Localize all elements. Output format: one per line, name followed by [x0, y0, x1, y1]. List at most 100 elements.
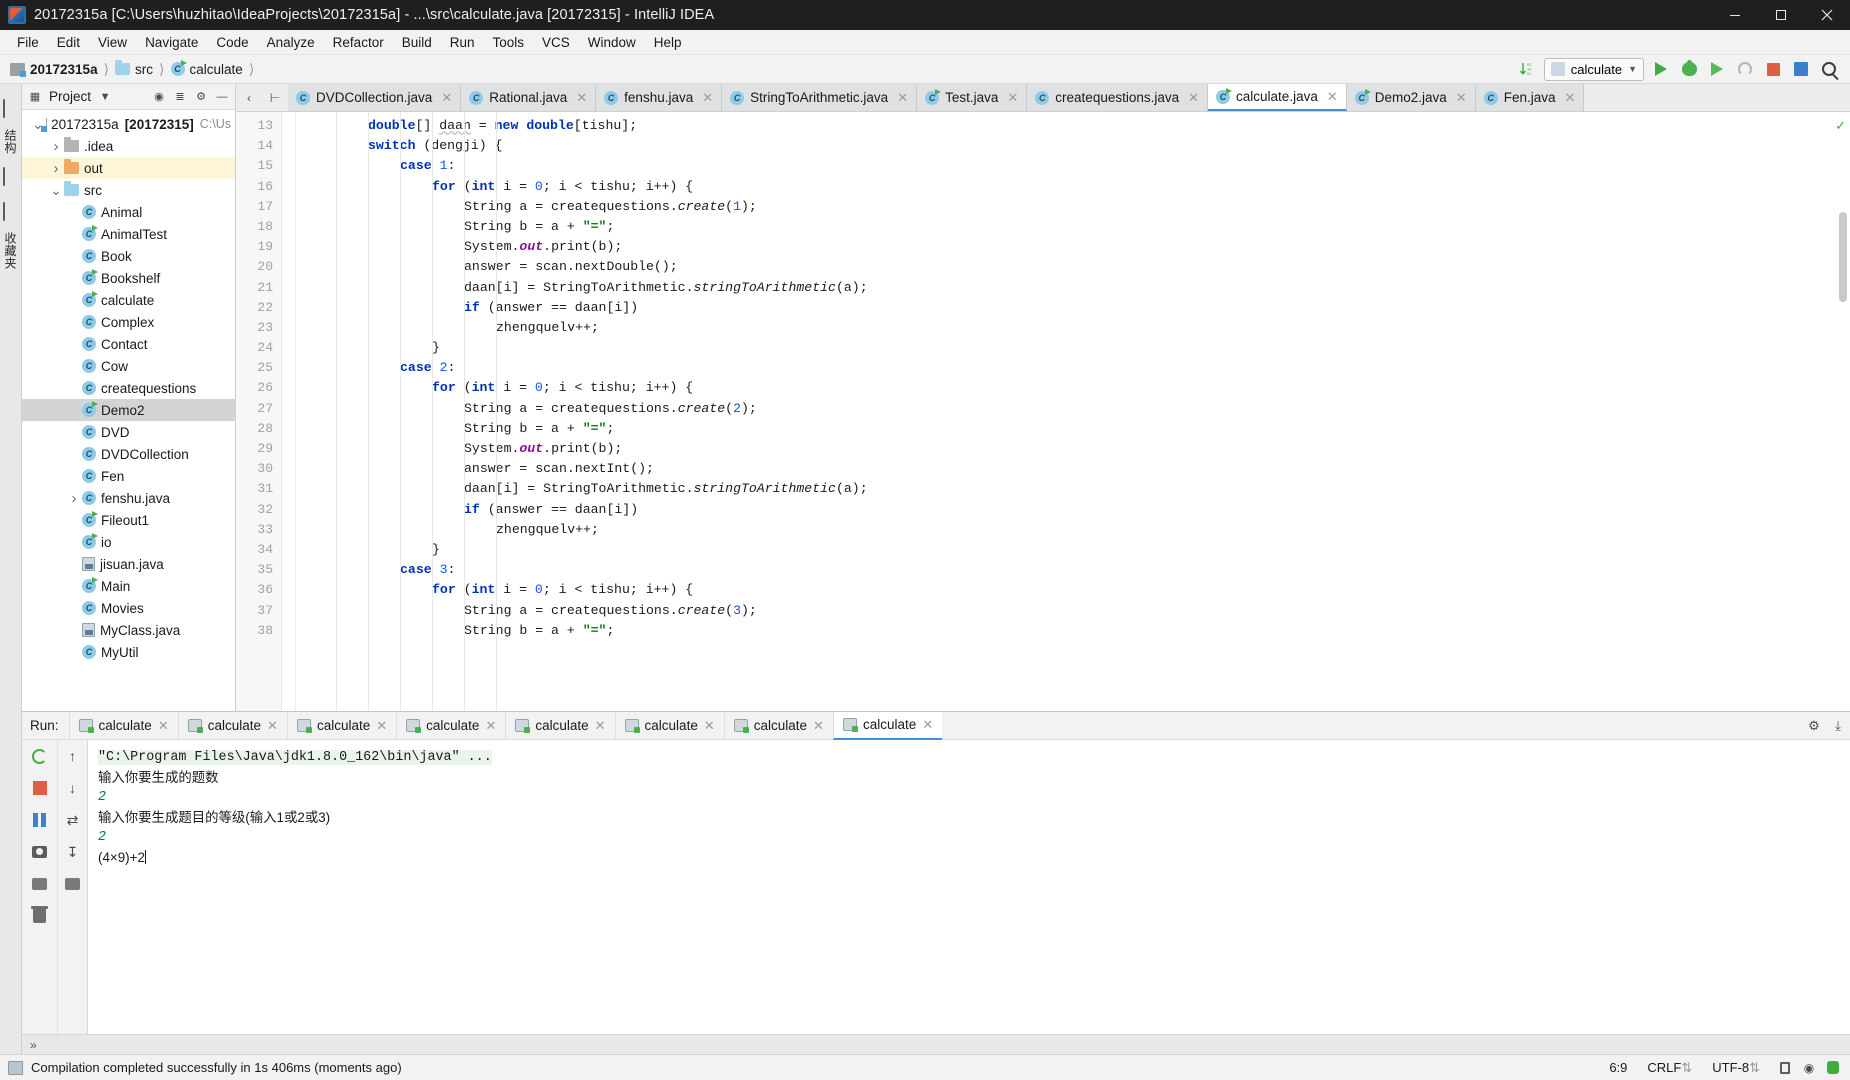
tree-node-createquestions[interactable]: Ccreatequestions — [22, 377, 235, 399]
line-number[interactable]: 32 — [236, 500, 281, 520]
code-line[interactable]: for (int i = 0; i < tishu; i++) { — [296, 580, 1828, 600]
event-log-icon[interactable] — [8, 1060, 23, 1075]
line-number[interactable]: 29 — [236, 439, 281, 459]
code-line[interactable]: String a = createquestions.create(1); — [296, 197, 1828, 217]
search-everywhere-icon[interactable] — [1818, 58, 1840, 80]
code-line[interactable]: System.out.print(b); — [296, 237, 1828, 257]
project-tool-icon[interactable] — [3, 99, 18, 118]
breadcrumb-calculate[interactable]: calculate — [190, 62, 243, 77]
line-number[interactable]: 25 — [236, 358, 281, 378]
chevron-right-icon[interactable]: › — [48, 138, 64, 155]
code-folding-column[interactable] — [282, 112, 296, 711]
scroll-up-icon[interactable]: ↑ — [63, 746, 83, 766]
line-number[interactable]: 23 — [236, 318, 281, 338]
code-line[interactable]: daan[i] = StringToArithmetic.stringToAri… — [296, 479, 1828, 499]
soft-wrap-icon[interactable]: ⇄ — [63, 810, 83, 830]
menu-window[interactable]: Window — [579, 33, 645, 52]
close-run-tab-icon[interactable]: ✕ — [595, 718, 606, 734]
code-line[interactable]: answer = scan.nextDouble(); — [296, 257, 1828, 277]
editor-tab-stringtoarithmetic-java[interactable]: C StringToArithmetic.java ✕ — [722, 84, 918, 111]
close-run-tab-icon[interactable]: ✕ — [267, 718, 278, 734]
code-line[interactable]: String b = a + "="; — [296, 217, 1828, 237]
line-number[interactable]: 35 — [236, 560, 281, 580]
menu-vcs[interactable]: VCS — [533, 33, 579, 52]
line-number[interactable]: 19 — [236, 237, 281, 257]
code-line[interactable]: case 1: — [296, 156, 1828, 176]
line-number[interactable]: 13 — [236, 116, 281, 136]
breadcrumb-project[interactable]: 20172315a — [30, 62, 98, 77]
close-run-tab-icon[interactable]: ✕ — [376, 718, 387, 734]
tree-node-out[interactable]: › out — [22, 157, 235, 179]
line-number[interactable]: 38 — [236, 621, 281, 641]
tree-node-myclass-java[interactable]: MyClass.java — [22, 619, 235, 641]
line-number[interactable]: 16 — [236, 177, 281, 197]
line-separator[interactable]: CRLF⇅ — [1637, 1060, 1702, 1076]
close-tab-icon[interactable]: ✕ — [702, 90, 713, 106]
line-number[interactable]: 33 — [236, 520, 281, 540]
stop-icon[interactable] — [30, 778, 50, 798]
close-tab-icon[interactable]: ✕ — [897, 90, 908, 106]
settings-gear-icon[interactable]: ⚙ — [194, 90, 208, 104]
project-panel-title[interactable]: Project — [49, 89, 91, 104]
editor-tab-dvdcollection-java[interactable]: C DVDCollection.java ✕ — [288, 84, 462, 111]
menu-view[interactable]: View — [89, 33, 136, 52]
tab-scroll-left-icon[interactable]: ‹ — [236, 84, 262, 111]
code-line[interactable]: if (answer == daan[i]) — [296, 500, 1828, 520]
tree-node-cow[interactable]: C Cow — [22, 355, 235, 377]
line-number[interactable]: 14 — [236, 136, 281, 156]
close-run-tab-icon[interactable]: ✕ — [813, 718, 824, 734]
close-tab-icon[interactable]: ✕ — [441, 90, 452, 106]
close-run-tab-icon[interactable]: ✕ — [485, 718, 496, 734]
memory-icon[interactable] — [1824, 1059, 1842, 1077]
code-line[interactable]: } — [296, 540, 1828, 560]
tree-node-jisuan-java[interactable]: jisuan.java — [22, 553, 235, 575]
tree-node-fen[interactable]: C Fen — [22, 465, 235, 487]
tree-node-main[interactable]: C Main — [22, 575, 235, 597]
close-run-tab-icon[interactable]: ✕ — [922, 717, 933, 733]
line-number[interactable]: 36 — [236, 580, 281, 600]
screenshot-icon[interactable] — [30, 842, 50, 862]
run-with-coverage-icon[interactable] — [1706, 58, 1728, 80]
tree-node--idea[interactable]: › .idea — [22, 135, 235, 157]
run-tab-1[interactable]: calculate ✕ — [177, 711, 287, 740]
line-number[interactable]: 17 — [236, 197, 281, 217]
run-tab-3[interactable]: calculate ✕ — [396, 711, 505, 740]
locate-icon[interactable]: ◉ — [152, 90, 166, 104]
code-line[interactable]: case 2: — [296, 358, 1828, 378]
scroll-to-end-icon[interactable]: ↧ — [63, 842, 83, 862]
line-number[interactable]: 20 — [236, 257, 281, 277]
tree-node-animal[interactable]: C Animal — [22, 201, 235, 223]
menu-edit[interactable]: Edit — [48, 33, 89, 52]
favorites-tool-icon[interactable] — [3, 202, 18, 221]
editor-tab-createquestions-java[interactable]: Ccreatequestions.java ✕ — [1027, 84, 1209, 111]
code-line[interactable]: switch (dengji) { — [296, 136, 1828, 156]
run-tab-2[interactable]: calculate ✕ — [286, 711, 396, 740]
code-line[interactable]: for (int i = 0; i < tishu; i++) { — [296, 378, 1828, 398]
sort-numeric-icon[interactable]: 01 10 01 — [1516, 58, 1538, 80]
code-line[interactable]: if (answer == daan[i]) — [296, 298, 1828, 318]
run-tab-5[interactable]: calculate ✕ — [614, 711, 724, 740]
menu-code[interactable]: Code — [207, 33, 257, 52]
line-number[interactable]: 18 — [236, 217, 281, 237]
tree-node-myutil[interactable]: C MyUtil — [22, 641, 235, 663]
close-tab-icon[interactable]: ✕ — [1007, 90, 1018, 106]
line-number[interactable]: 24 — [236, 338, 281, 358]
run-tab-7[interactable]: calculate ✕ — [832, 711, 943, 740]
tree-node-demo2[interactable]: C Demo2 — [22, 399, 235, 421]
editor-tab-demo2-java[interactable]: C Demo2.java ✕ — [1346, 84, 1476, 111]
trash-icon[interactable] — [30, 906, 50, 926]
code-line[interactable]: case 3: — [296, 560, 1828, 580]
scroll-down-icon[interactable]: ↓ — [63, 778, 83, 798]
code-line[interactable]: double[] daan = new double[tishu]; — [296, 116, 1828, 136]
line-number[interactable]: 30 — [236, 459, 281, 479]
tree-node-io[interactable]: Cio — [22, 531, 235, 553]
run-tab-4[interactable]: calculate ✕ — [505, 711, 614, 740]
code-line[interactable]: zhengquelv++; — [296, 520, 1828, 540]
tree-node-src[interactable]: ⌄ src — [22, 179, 235, 201]
run-panel-bottom-strip[interactable]: » — [22, 1034, 1850, 1054]
chevron-down-icon[interactable]: ⌄ — [48, 183, 64, 197]
editor-tab-fen-java[interactable]: C Fen.java ✕ — [1475, 84, 1585, 111]
menu-analyze[interactable]: Analyze — [258, 33, 324, 52]
editor-tab-test-java[interactable]: C Test.java ✕ — [917, 84, 1028, 111]
tree-node-dvdcollection[interactable]: C DVDCollection — [22, 443, 235, 465]
